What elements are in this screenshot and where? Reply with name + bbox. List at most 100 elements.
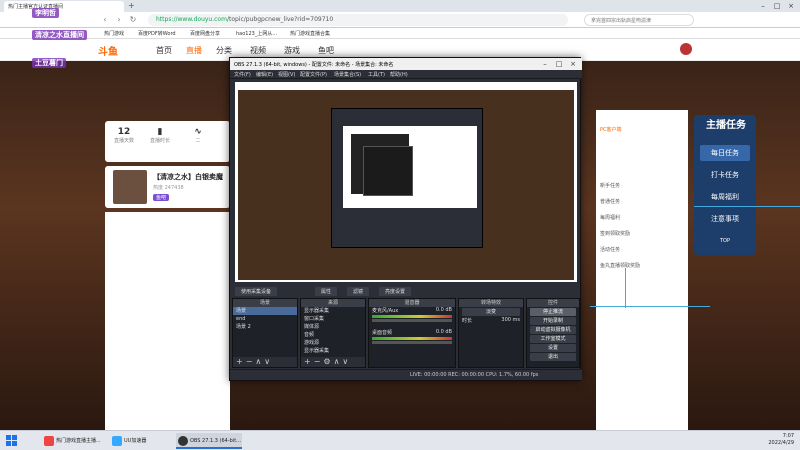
scene-item[interactable]: 场景 2 — [233, 323, 297, 331]
nav-home[interactable]: 首页 — [156, 45, 172, 56]
url-input[interactable]: https://www.douyu.com/topic/pubgpcnew_li… — [148, 14, 568, 26]
bookmark-item[interactable]: 热门游戏 — [104, 30, 124, 37]
nav-live[interactable]: 直播 — [186, 45, 202, 56]
dock-title: 控件 — [527, 299, 579, 307]
capture-device-button[interactable]: 使用采集设备 — [235, 287, 278, 296]
top-button[interactable]: TOP — [700, 233, 750, 249]
user-avatar[interactable] — [680, 43, 692, 55]
task-panel-logo: 主播任务 — [706, 120, 746, 131]
system-clock[interactable]: 7:07 2022/4/29 — [768, 433, 794, 447]
virtual-camera-button[interactable]: 启动虚拟摄像机 — [530, 326, 576, 334]
menu-file[interactable]: 文件(F) — [234, 71, 251, 78]
source-item[interactable]: 媒体源 — [301, 323, 365, 331]
windows-taskbar: 热门游戏直播主播... UU加速器 OBS 27.1.3 (64-bit... … — [0, 430, 800, 450]
task-daily[interactable]: 每日任务 — [700, 145, 750, 161]
address-bar: ‹ › ↻ https://www.douyu.com/topic/pubgpc… — [0, 12, 800, 28]
browser-icon — [44, 436, 54, 446]
duration-input[interactable]: 300 ms — [501, 317, 520, 324]
menu-tools[interactable]: 工具(T) — [368, 71, 385, 78]
bookmark-item[interactable]: 百度PDF转Word — [138, 30, 176, 37]
close-icon[interactable]: × — [784, 0, 798, 12]
taskbar-uu[interactable]: UU加速器 — [110, 433, 165, 449]
streamer-avatar[interactable] — [113, 170, 147, 204]
menu-view[interactable]: 视图(V) — [278, 71, 295, 78]
mixer-channel: 麦克风/Aux 0.0 dB — [369, 307, 455, 314]
volume-slider[interactable] — [372, 319, 452, 322]
streamer-stats-card: 12 直播天数 ▮ 直播时长 ∿ 二 — [105, 121, 230, 162]
dock-title: 场景 — [233, 299, 297, 307]
scene-item[interactable]: end — [233, 315, 297, 323]
browser-tab[interactable]: 热门主播官方认证直播间 — [4, 1, 124, 12]
source-item[interactable]: 游戏源 — [301, 339, 365, 347]
minimize-icon[interactable]: – — [538, 58, 552, 70]
source-toolbar: 使用采集设备 属性 滤镜 亮度设置 — [235, 286, 577, 296]
preview-capture — [235, 82, 577, 282]
douyu-logo[interactable]: 斗鱼 — [98, 43, 132, 58]
stop-stream-button[interactable]: 停止推流 — [530, 308, 576, 316]
record-button[interactable]: 开始录制 — [530, 317, 576, 325]
task-checkin[interactable]: 打卡任务 — [700, 167, 750, 183]
maximize-icon[interactable]: □ — [770, 0, 784, 12]
menu-help[interactable]: 帮助(H) — [390, 71, 408, 78]
nav-category[interactable]: 分类 — [216, 45, 232, 56]
menu-edit[interactable]: 编辑(E) — [256, 71, 273, 78]
dock-title: 转场特效 — [459, 299, 523, 307]
stat-extra: ∿ 二 — [183, 127, 213, 144]
studio-mode-button[interactable]: 工作室模式 — [530, 335, 576, 343]
room-tag[interactable]: 鱼吧 — [153, 194, 170, 201]
volume-slider[interactable] — [372, 341, 452, 344]
url-path: /topic/pubgpcnew_live?rid=709710 — [226, 16, 334, 23]
stat-days: 12 直播天数 — [109, 127, 139, 144]
bookmark-item[interactable]: hao123_上网从... — [236, 30, 277, 37]
task-weekly[interactable]: 每周福利 — [700, 189, 750, 205]
task-row: 活动任务 — [600, 247, 621, 253]
dock-title: 来源 — [301, 299, 365, 307]
screen: 热门主播官方认证直播间 + – □ × ‹ › ↻ https://www.do… — [0, 0, 800, 450]
channel-db: 0.0 dB — [435, 329, 452, 335]
audio-meter — [372, 337, 452, 340]
taskbar-obs[interactable]: OBS 27.1.3 (64-bit... — [176, 433, 242, 449]
clock-date: 2022/4/29 — [768, 440, 794, 446]
brightness-button[interactable]: 亮度设置 — [379, 287, 412, 296]
close-icon[interactable]: × — [566, 58, 580, 70]
filters-button[interactable]: 滤镜 — [347, 287, 370, 296]
task-notes[interactable]: 注意事项 — [700, 211, 750, 227]
source-item[interactable]: 显示器采集 — [301, 347, 365, 355]
streamer-task-panel: 每日任务 打卡任务 每周福利 注意事项 TOP — [694, 115, 756, 255]
nav-video[interactable]: 视频 — [250, 45, 266, 56]
exit-button[interactable]: 退出 — [530, 353, 576, 361]
forward-icon[interactable]: › — [114, 15, 124, 25]
scene-controls[interactable]: +−∧∨ — [233, 357, 297, 367]
source-item[interactable]: 窗口采集 — [301, 315, 365, 323]
minimize-icon[interactable]: – — [756, 0, 770, 12]
url-host: https://www.douyu.com — [156, 16, 227, 23]
bookmark-item[interactable]: 热门游戏直播合集 — [290, 30, 330, 37]
settings-button[interactable]: 设置 — [530, 344, 576, 352]
task-list-panel: PC客户端 新手任务 普通任务 每周福利 签到领取奖励 活动任务 鱼丸直播领取奖… — [596, 110, 688, 430]
task-row: 新手任务 — [600, 183, 621, 189]
scene-item[interactable]: 场景 — [233, 307, 297, 315]
maximize-icon[interactable]: □ — [552, 58, 566, 70]
source-controls[interactable]: +−⚙∧∨ — [301, 357, 365, 367]
duration-row: 时长 300 ms — [459, 317, 523, 324]
back-icon[interactable]: ‹ — [100, 15, 110, 25]
obs-preview[interactable] — [235, 82, 577, 282]
reload-icon[interactable]: ↻ — [128, 15, 138, 25]
browser-search-input[interactable]: 拿完首四宗出轨启星吻渝津 — [584, 14, 694, 26]
taskbar-browser[interactable]: 热门游戏直播主播... — [42, 433, 102, 449]
nav-game[interactable]: 游戏 — [284, 45, 300, 56]
nav-yuba[interactable]: 鱼吧 — [318, 45, 334, 56]
pc-client-link[interactable]: PC客户端 — [600, 126, 684, 133]
windows-start-icon[interactable] — [6, 435, 17, 446]
source-item[interactable]: 音频 — [301, 331, 365, 339]
stat-label: 二 — [195, 138, 201, 144]
transition-select[interactable]: 淡变 — [462, 308, 520, 316]
new-tab-button[interactable]: + — [128, 1, 138, 11]
menu-scene-collection[interactable]: 场景集合(S) — [334, 71, 361, 78]
overlay-badge: 清凉之水直播间 — [32, 30, 87, 40]
source-item[interactable]: 显示器采集 — [301, 307, 365, 315]
bookmark-item[interactable]: 百度网盘分享 — [190, 30, 220, 37]
menu-profile[interactable]: 配置文件(P) — [300, 71, 327, 78]
room-card[interactable]: 【清凉之水】白银卖魔 热度 247438 鱼吧 — [105, 166, 230, 208]
properties-button[interactable]: 属性 — [315, 287, 338, 296]
